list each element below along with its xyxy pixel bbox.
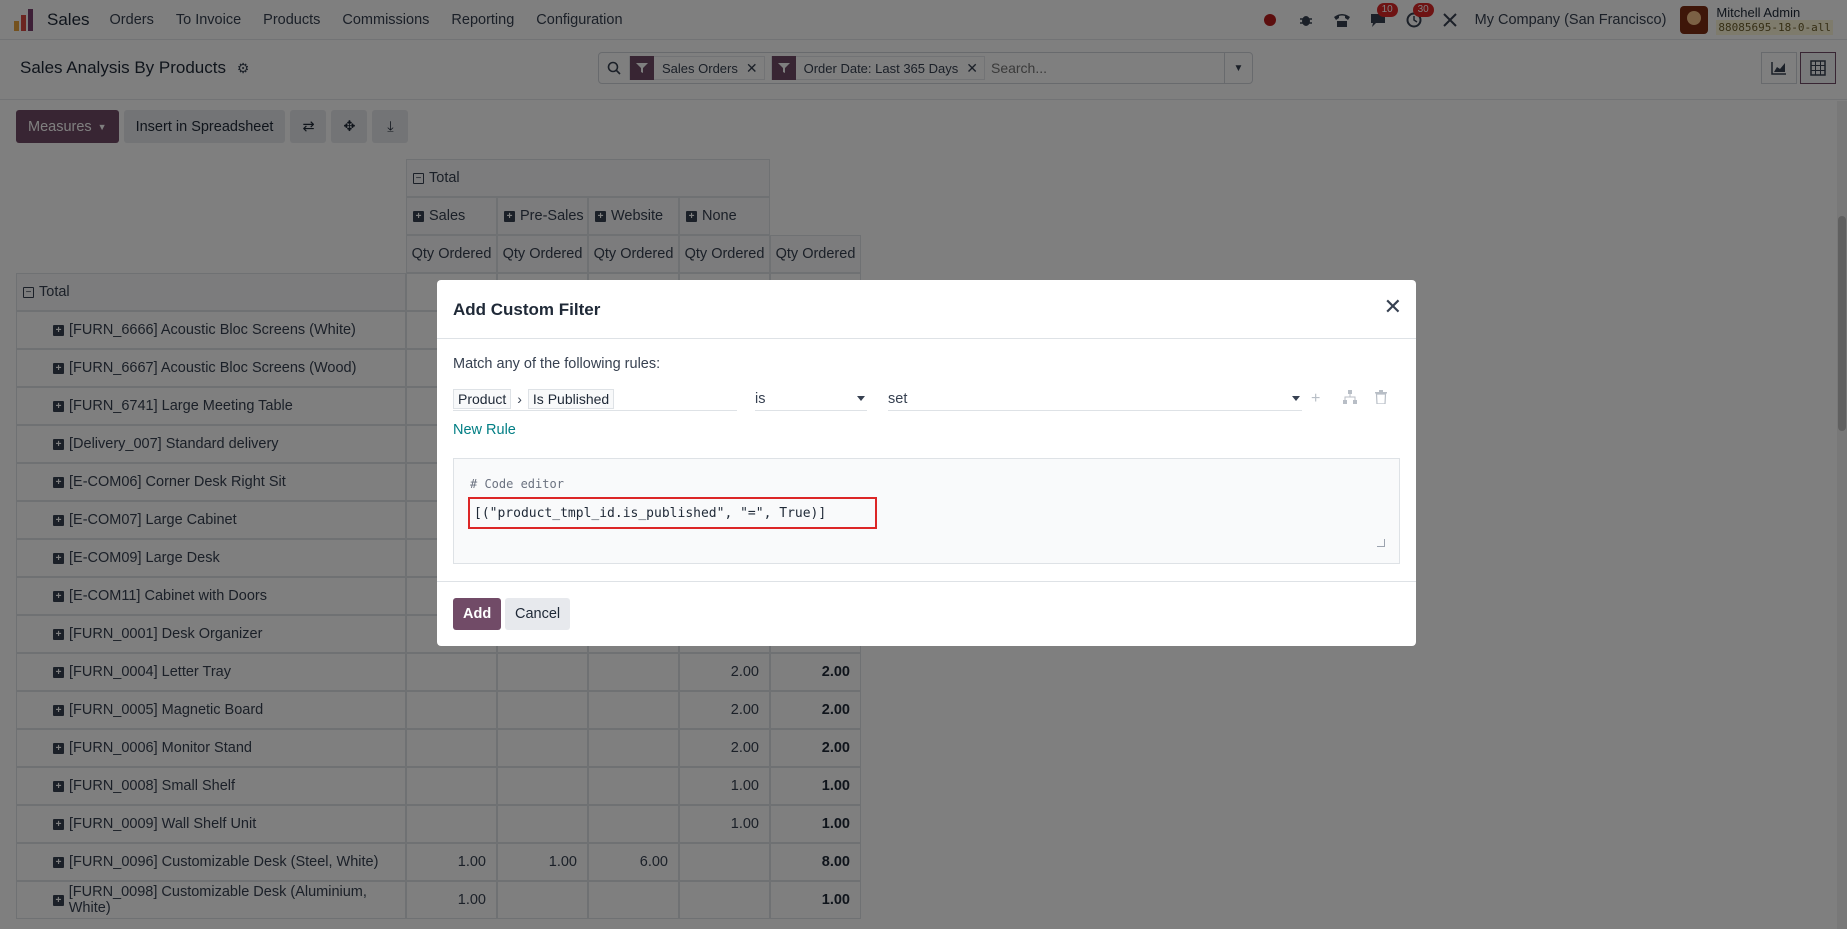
path-segment: Is Published	[527, 388, 615, 409]
add-custom-filter-dialog: Add Custom Filter ✕ Match any of the fol…	[437, 280, 1416, 646]
code-editor[interactable]: # Code editor [("product_tmpl_id.is_publ…	[453, 458, 1400, 564]
code-comment: # Code editor	[470, 477, 564, 491]
cancel-button[interactable]: Cancel	[505, 598, 571, 630]
operator-value: is	[755, 390, 766, 407]
caret-down-icon	[1292, 396, 1300, 401]
field-path-selector[interactable]: Product › Is Published	[453, 387, 737, 411]
close-icon[interactable]: ✕	[1384, 296, 1402, 318]
new-rule-link[interactable]: New Rule	[453, 422, 516, 438]
domain-code[interactable]: [("product_tmpl_id.is_published", "=", T…	[468, 497, 877, 529]
value-select[interactable]: set	[888, 387, 1302, 411]
caret-down-icon	[857, 396, 865, 401]
match-text: Match any of the following rules:	[453, 356, 661, 372]
filter-rule: Product › Is Published is set +	[453, 387, 1403, 411]
modal-footer: Add Cancel	[437, 581, 1416, 646]
value-text: set	[888, 390, 908, 407]
operator-select[interactable]: is	[755, 387, 867, 411]
trash-icon[interactable]	[1375, 390, 1387, 409]
modal-title: Add Custom Filter	[453, 300, 601, 319]
add-branch-icon[interactable]	[1343, 390, 1357, 409]
add-rule-icon[interactable]: +	[1311, 390, 1320, 408]
path-segment: Product	[453, 388, 512, 409]
modal-header: Add Custom Filter ✕	[437, 280, 1416, 339]
chevron-right-icon: ›	[517, 390, 522, 407]
resize-handle[interactable]	[1377, 539, 1385, 547]
add-button[interactable]: Add	[453, 598, 502, 630]
